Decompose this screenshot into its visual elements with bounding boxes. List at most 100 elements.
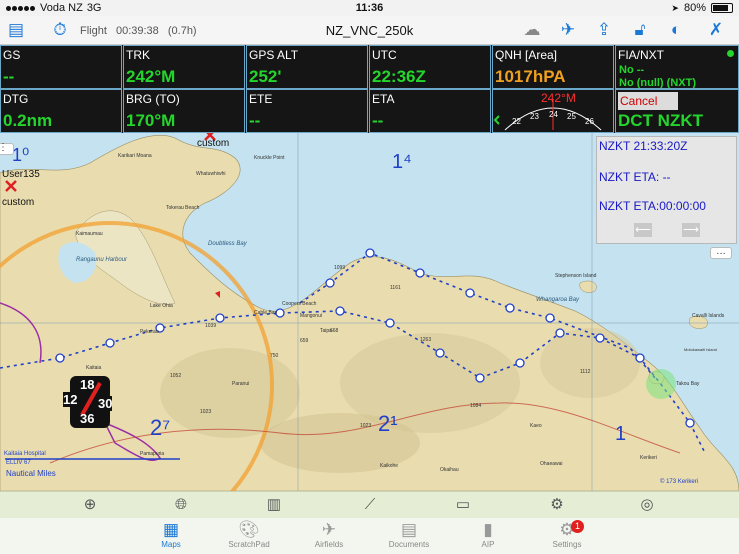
settings-badge: 1 — [571, 520, 584, 533]
trk-label: TRK — [126, 48, 150, 62]
airfield-plane-icon: ✈ — [321, 520, 337, 539]
eta-cell[interactable]: ETA -- — [369, 89, 491, 133]
gs-value: -- — [3, 67, 15, 86]
grid-label-2: 1⁴ — [392, 151, 412, 173]
status-bar: Voda NZ 3G 11:36 ➤ 80% — [0, 0, 739, 16]
qnh-cell[interactable]: QNH [Area] 1017hPA — [492, 45, 614, 89]
gs-cell[interactable]: GS -- — [0, 45, 122, 89]
wind-label-south: 36 — [80, 411, 95, 426]
elevation-750: 750 — [270, 353, 279, 359]
compass-tick-4: 26 — [585, 117, 594, 126]
wind-label-north: 18 — [80, 377, 95, 392]
crosshair-icon[interactable]: ⊕ — [80, 496, 100, 514]
place-label-cable-bay: Cable Bay — [254, 310, 278, 316]
globe-icon[interactable]: 🌐︎ — [171, 496, 191, 514]
eta-popup: NZKT 21:33:20Z NZKT ETA: -- NZKT ETA:00:… — [596, 136, 737, 244]
stopwatch-icon[interactable]: ⏱ — [48, 19, 72, 41]
tab-documents[interactable]: ▤ Documents — [369, 520, 449, 553]
elevation-1161: 1161 — [390, 285, 401, 291]
weather-icon[interactable]: ☁ — [520, 19, 544, 41]
map-icon[interactable]: ▥ — [264, 496, 284, 514]
right-drawer-handle[interactable]: … — [710, 247, 732, 259]
grid-label-5: 1 — [615, 423, 627, 445]
destination-marker — [646, 369, 676, 399]
compass-cell[interactable]: 242°M 22 23 24 25 26 — [492, 89, 614, 133]
tab-airfields[interactable]: ✈ Airfields — [289, 520, 369, 553]
fia-label: FIA/NXT — [618, 48, 665, 62]
place-label-whangaroa: Whangaroa Bay — [536, 297, 580, 303]
eta-popup-line1: NZKT 21:33:20Z — [599, 139, 688, 153]
brg-value: 170°M — [126, 111, 176, 130]
contrast-icon[interactable]: ◐ — [664, 19, 688, 41]
airplane-icon[interactable]: ✈ — [556, 19, 580, 41]
maps-icon: ▦ — [162, 520, 180, 539]
elevation-1112: 1112 — [580, 369, 591, 375]
fia-line2: No (null) (NXT) — [619, 77, 696, 89]
app-root: Voda NZ 3G 11:36 ➤ 80% ▤ ⏱ Flight 00:39:… — [0, 0, 739, 554]
bearing-pointer-icon — [493, 115, 500, 125]
trk-value: 242°M — [126, 67, 176, 86]
utc-label: UTC — [372, 48, 397, 62]
gps-alt-label: GPS ALT — [249, 48, 299, 62]
lock-icon[interactable]: 🔓︎ — [628, 19, 652, 41]
eta-popup-line2: NZKT ETA: -- — [599, 170, 671, 184]
flight-duration: (0.7h) — [167, 25, 197, 37]
compass-tick-1: 23 — [530, 112, 539, 121]
tab-documents-label: Documents — [388, 540, 430, 549]
place-label-whatuwhiwhi: Whatuwhiwhi — [196, 171, 226, 177]
compass-tick-2: 24 — [549, 110, 558, 119]
notepad-icon[interactable]: ▤ — [4, 19, 28, 41]
brg-label: BRG (TO) — [126, 92, 180, 106]
grid-label-3: 2¹ — [378, 411, 398, 436]
tab-scratchpad-label: ScratchPad — [228, 540, 270, 549]
left-drawer-handle[interactable]: ⋮ — [0, 143, 14, 155]
brg-cell[interactable]: BRG (TO) 170°M — [123, 89, 245, 133]
compass-heading: 242°M — [541, 91, 576, 105]
route-icon[interactable]: ⟋ — [360, 496, 380, 514]
compass-tick-3: 25 — [567, 112, 576, 121]
scale-bar-label: Nautical Miles — [6, 469, 56, 478]
tab-bar: ▦ Maps 🎨︎ ScratchPad ✈ Airfields ▤ Docum… — [0, 518, 739, 554]
dtg-label: DTG — [3, 92, 29, 106]
documents-icon: ▤ — [400, 520, 418, 539]
airport-label-kaitaia: Kaitaia Hospital — [4, 451, 46, 457]
share-icon[interactable]: ⇪ — [592, 19, 616, 41]
close-direct-icon[interactable]: ✗ — [704, 19, 728, 41]
elevation-1263: 1263 — [420, 337, 432, 343]
tab-aip[interactable]: ▮ AIP — [448, 520, 528, 553]
gear-icon[interactable]: ⚙ — [547, 496, 567, 514]
ete-cell[interactable]: ETE -- — [246, 89, 368, 133]
place-label-rangaunu: Rangaunu Harbour — [76, 257, 128, 263]
place-label-stephenson: Stephenson Island — [555, 273, 597, 279]
gps-alt-cell[interactable]: GPS ALT 252' — [246, 45, 368, 89]
place-label-kaitaia: Kaitaia — [86, 365, 102, 371]
dtg-cell[interactable]: DTG 0.2nm — [0, 89, 122, 133]
battery-icon — [711, 3, 733, 13]
direct-cell[interactable]: Cancel DCT NZKT — [615, 89, 739, 133]
settings-gear-icon: ⚙ — [559, 520, 575, 539]
place-label-paranui: Paranui — [232, 381, 250, 387]
target-icon[interactable]: ◎ — [637, 496, 657, 514]
tab-maps-label: Maps — [161, 540, 181, 549]
cancel-direct-button[interactable]: Cancel — [618, 92, 678, 110]
eta-prev-button[interactable]: ⟵ — [634, 223, 652, 237]
utc-cell[interactable]: UTC 22:36Z — [369, 45, 491, 89]
fia-cell[interactable]: FIA/NXT No -- No (null) (NXT) — [615, 45, 739, 89]
status-dot-icon — [727, 50, 734, 57]
eta-popup-line3: NZKT ETA:00:00:00 — [599, 199, 706, 213]
place-label-cavalli: Cavalli Islands — [692, 313, 725, 319]
place-label-knuckle: Knuckle Point — [254, 155, 285, 161]
trk-cell[interactable]: TRK 242°M — [123, 45, 245, 89]
place-label-kaikohe: Kaikohe — [380, 463, 399, 469]
gs-label: GS — [3, 48, 21, 62]
tab-scratchpad[interactable]: 🎨︎ ScratchPad — [209, 520, 289, 553]
tab-maps[interactable]: ▦ Maps — [131, 520, 211, 553]
eta-next-button[interactable]: ⟶ — [682, 223, 700, 237]
place-label-pekerau: Pekerau — [140, 329, 159, 335]
flight-label: Flight — [80, 25, 107, 37]
profile-icon[interactable]: ▭ — [453, 496, 473, 514]
utc-value: 22:36Z — [372, 67, 426, 86]
eta-value: -- — [372, 111, 384, 130]
tab-settings[interactable]: ⚙ Settings 1 — [527, 520, 607, 553]
place-label-okaihau: Okaihau — [440, 467, 459, 473]
